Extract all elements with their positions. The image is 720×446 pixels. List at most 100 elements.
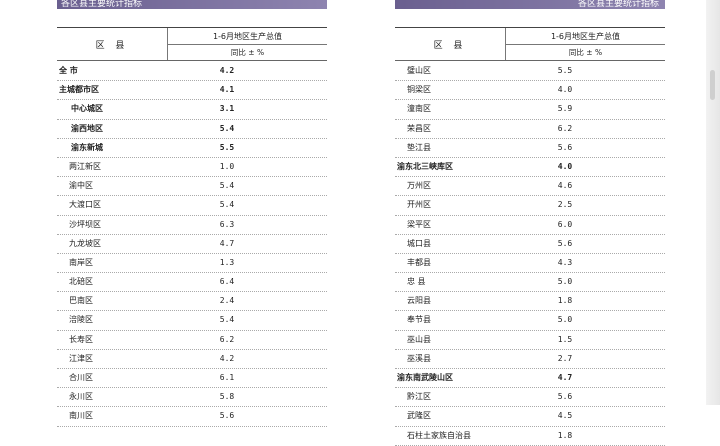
- left-page: 各区县主要统计指标 区 县 1-6月地区生产总值 同比 ± % 全 市 4.2 主城…: [57, 0, 327, 427]
- gdp-growth-value: 4.5: [557, 411, 573, 421]
- district-name: 全 市: [59, 66, 78, 75]
- district-name: 永川区: [69, 392, 93, 402]
- table-row: 渝中区 5.4: [57, 177, 327, 197]
- district-name: 垫江县: [407, 142, 431, 152]
- table-row: 中心城区 3.1: [57, 100, 327, 120]
- table-row: 黔江区 5.6: [395, 388, 665, 408]
- gdp-growth-value: 2.5: [557, 200, 573, 210]
- gdp-growth-value: 4.0: [557, 85, 573, 95]
- table-row: 巫山县 1.5: [395, 331, 665, 350]
- gdp-growth-value: 6.0: [557, 219, 573, 229]
- gdp-growth-value: 6.1: [219, 373, 235, 382]
- table-row: 万州区 4.6: [395, 177, 665, 197]
- gdp-growth-value: 5.4: [219, 315, 235, 325]
- table-row: 铜梁区 4.0: [395, 81, 665, 101]
- right-page: 各区县主要统计指标 区 县 1-6月地区生产总值 同比 ± % 璧山区 5.5 铜梁…: [395, 0, 665, 446]
- district-name: 南川区: [69, 411, 93, 421]
- gdp-growth-value: 5.0: [557, 315, 573, 325]
- district-name: 荣昌区: [407, 123, 431, 133]
- district-name: 铜梁区: [407, 85, 431, 95]
- gdp-growth-value: 4.7: [557, 373, 573, 382]
- district-name: 九龙坡区: [69, 238, 101, 248]
- gdp-growth-value: 1.8: [557, 296, 573, 306]
- table-row: 忠 县 5.0: [395, 273, 665, 293]
- gdp-growth-value: 5.8: [219, 392, 235, 402]
- district-name: 南岸区: [69, 257, 93, 267]
- gdp-growth-value: 5.4: [219, 200, 235, 210]
- gdp-growth-value: 6.4: [219, 277, 235, 287]
- table-row: 城口县 5.6: [395, 235, 665, 254]
- table-row: 永川区 5.8: [57, 388, 327, 408]
- gdp-growth-value: 1.0: [219, 161, 235, 171]
- district-name: 合川区: [69, 373, 93, 382]
- table-row: 梁平区 6.0: [395, 216, 665, 235]
- gdp-growth-value: 5.4: [219, 123, 235, 133]
- gdp-growth-value: 6.3: [219, 219, 235, 229]
- district-name: 中心城区: [71, 104, 103, 114]
- district-name: 涪陵区: [69, 315, 93, 325]
- table-row: 大渡口区 5.4: [57, 196, 327, 216]
- table-row: 巴南区 2.4: [57, 292, 327, 312]
- district-name: 潼南区: [407, 104, 431, 114]
- table-row: 垫江县 5.6: [395, 139, 665, 158]
- table-header: 区 县 1-6月地区生产总值 同比 ± %: [395, 27, 665, 61]
- gdp-growth-value: 5.5: [557, 66, 573, 75]
- table-row: 巫溪县 2.7: [395, 350, 665, 369]
- district-name: 万州区: [407, 181, 431, 191]
- gdp-growth-value: 5.6: [557, 238, 573, 248]
- district-name: 奉节县: [407, 315, 431, 325]
- table-row: 合川区 6.1: [57, 369, 327, 389]
- district-name: 两江新区: [69, 161, 101, 171]
- gdp-growth-value: 4.1: [219, 85, 235, 95]
- gdp-growth-value: 1.5: [557, 334, 573, 344]
- metric-subtitle: 同比 ± %: [230, 47, 265, 57]
- district-name: 沙坪坝区: [69, 219, 101, 229]
- gdp-growth-value: 2.7: [557, 353, 573, 363]
- district-name: 巫溪县: [407, 353, 431, 363]
- gdp-growth-value: 4.2: [219, 353, 235, 363]
- table-row: 南川区 5.6: [57, 407, 327, 427]
- district-name: 大渡口区: [69, 200, 101, 210]
- table-row: 渝东新城 5.5: [57, 139, 327, 158]
- table-row: 丰都县 4.3: [395, 254, 665, 274]
- gdp-growth-value: 6.2: [557, 123, 573, 133]
- district-column-header: 区 县: [433, 40, 467, 51]
- gdp-growth-value: 2.4: [219, 296, 235, 306]
- table-row: 奉节县 5.0: [395, 311, 665, 331]
- metric-column-header: 1-6月地区生产总值 同比 ± %: [167, 28, 327, 60]
- gdp-growth-value: 1.3: [219, 257, 235, 267]
- district-name: 长寿区: [69, 334, 93, 344]
- page-banner: 各区县主要统计指标: [395, 0, 665, 9]
- gdp-growth-value: 4.2: [219, 66, 235, 75]
- gdp-growth-value: 4.0: [557, 161, 573, 171]
- district-name: 石柱土家族自治县: [407, 430, 471, 440]
- district-name: 武隆区: [407, 411, 431, 421]
- gdp-growth-value: 4.6: [557, 181, 573, 191]
- table-row: 潼南区 5.9: [395, 100, 665, 120]
- gdp-growth-value: 5.6: [557, 392, 573, 402]
- scrollbar[interactable]: [706, 0, 720, 405]
- metric-column-header: 1-6月地区生产总值 同比 ± %: [505, 28, 665, 60]
- district-name: 丰都县: [407, 257, 431, 267]
- page-banner: 各区县主要统计指标: [57, 0, 327, 9]
- gdp-growth-value: 4.7: [219, 238, 235, 248]
- gdp-growth-value: 3.1: [219, 104, 235, 114]
- gdp-growth-value: 5.5: [219, 142, 235, 152]
- district-name: 渝东南武陵山区: [397, 373, 453, 382]
- table-row: 荣昌区 6.2: [395, 120, 665, 139]
- table-row: 两江新区 1.0: [57, 158, 327, 178]
- district-name: 开州区: [407, 200, 431, 210]
- district-name: 城口县: [407, 238, 431, 248]
- scrollbar-thumb[interactable]: [710, 70, 715, 100]
- district-name: 渝中区: [69, 181, 93, 191]
- district-name: 巴南区: [69, 296, 93, 306]
- table-body: 全 市 4.2 主城都市区 4.1 中心城区 3.1 渝西地区 5.4 渝东新城 5.5 两江新区 1…: [57, 62, 327, 427]
- district-name: 北碚区: [69, 277, 93, 287]
- table-row: 南岸区 1.3: [57, 254, 327, 274]
- gdp-growth-value: 1.8: [557, 430, 573, 440]
- table-row: 全 市 4.2: [57, 62, 327, 82]
- table-row: 主城都市区 4.1: [57, 81, 327, 101]
- table-row: 长寿区 6.2: [57, 331, 327, 350]
- district-name: 巫山县: [407, 334, 431, 344]
- district-name: 黔江区: [407, 392, 431, 402]
